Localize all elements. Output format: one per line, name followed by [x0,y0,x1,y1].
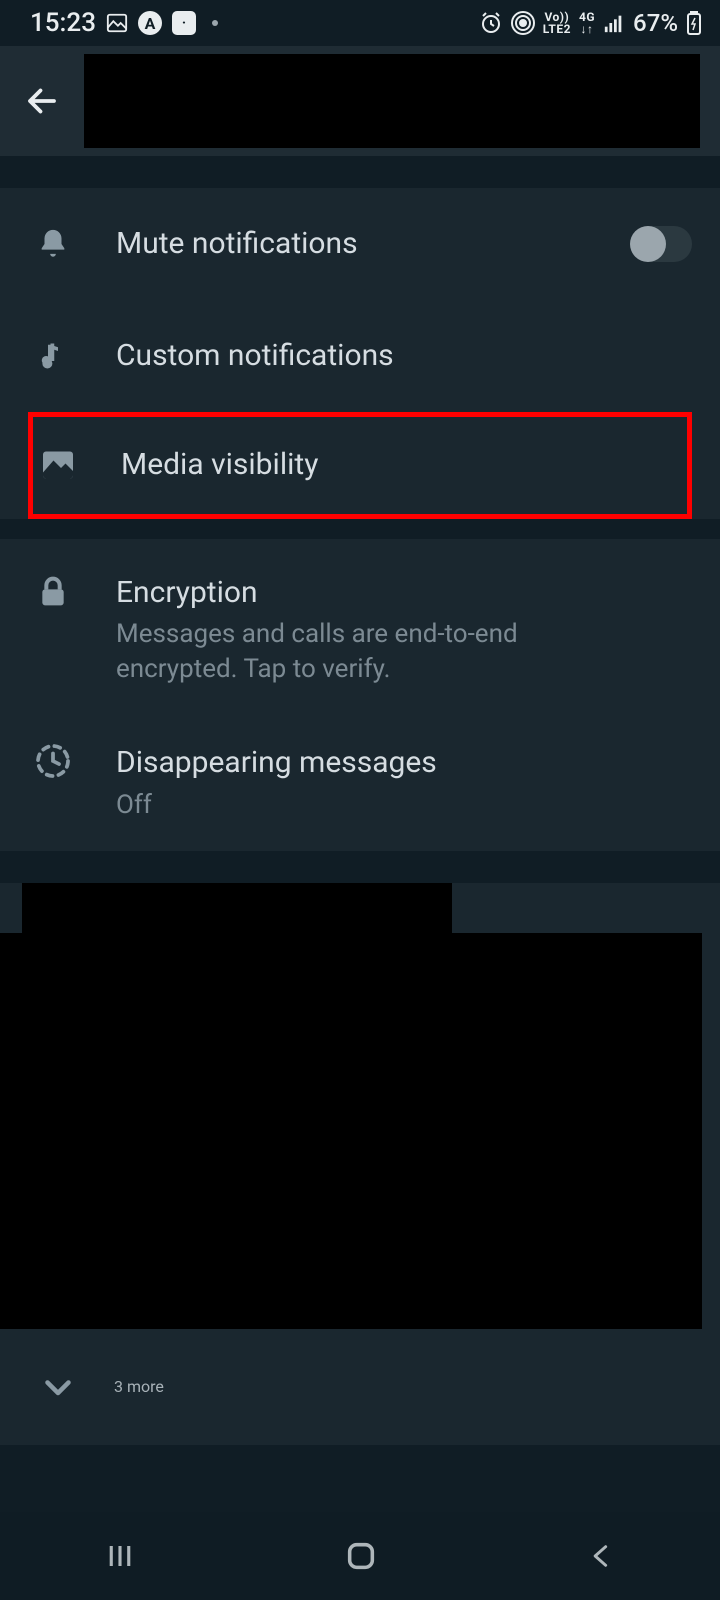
lock-icon [37,573,69,611]
data-indicator: 4G↓↑ [579,11,595,35]
status-bar: 15:23 A · Vo))LTE2 4G↓↑ 67% [0,0,720,46]
hotspot-icon [511,11,535,35]
disappearing-label: Disappearing messages [116,743,682,784]
contact-header-redacted [84,54,700,148]
image-icon [40,447,76,483]
more-dot-icon [212,20,218,26]
custom-label: Custom notifications [116,336,682,377]
disappearing-row[interactable]: Disappearing messages Off [0,715,720,851]
mute-label: Mute notifications [116,224,582,265]
media-visibility-highlight: Media visibility [28,412,692,519]
encryption-desc: Messages and calls are end-to-end encryp… [116,617,616,687]
volte-indicator: Vo))LTE2 [543,11,571,35]
show-more-members-row[interactable]: 3 more [0,1329,720,1445]
timer-dashed-icon [35,743,71,779]
android-nav-bar [0,1512,720,1600]
security-settings-card: Encryption Messages and calls are end-to… [0,539,720,851]
members-card: 3 more [0,883,720,1445]
more-members-label: 3 more [114,1377,164,1396]
alarm-icon [479,11,503,35]
picture-icon [106,12,128,34]
app-icon-1: A [138,11,162,35]
members-header-redacted [22,883,452,933]
disappearing-value: Off [116,788,616,823]
back-nav-button[interactable] [587,1542,615,1570]
home-button[interactable] [344,1539,378,1573]
music-note-icon [38,337,68,375]
media-visibility-row[interactable]: Media visibility [33,441,687,490]
mute-toggle[interactable] [630,226,692,262]
encryption-label: Encryption [116,573,682,614]
members-list-redacted [0,933,702,1329]
encryption-row[interactable]: Encryption Messages and calls are end-to… [0,539,720,716]
media-label: Media visibility [121,445,677,486]
status-time: 15:23 [30,8,96,38]
app-icon-2: · [172,11,196,35]
custom-notifications-row[interactable]: Custom notifications [0,300,720,412]
battery-percentage: 67% [633,9,678,37]
recents-button[interactable] [105,1541,135,1571]
mute-notifications-row[interactable]: Mute notifications [0,188,720,300]
bell-icon [36,225,70,263]
battery-charging-icon [686,11,702,35]
app-bar [0,46,720,156]
signal-icon [603,12,625,34]
chevron-down-icon [40,1369,76,1405]
back-button[interactable] [20,79,64,123]
notification-settings-card: Mute notifications Custom notifications … [0,188,720,519]
